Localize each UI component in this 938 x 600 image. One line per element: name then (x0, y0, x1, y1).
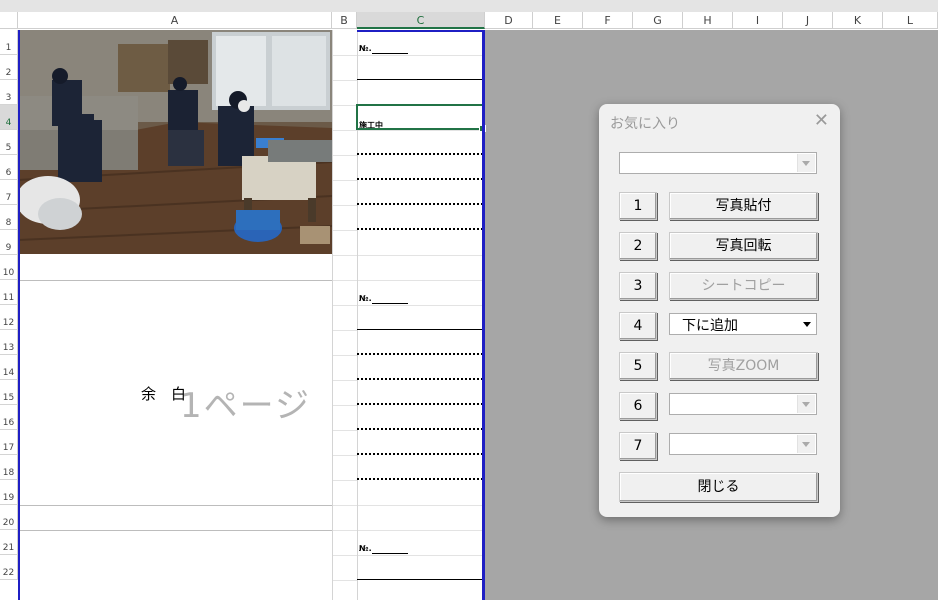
row-header-bar: 1 2 3 4 5 6 7 8 9 10 11 12 13 14 15 16 1… (0, 30, 18, 600)
row-header[interactable]: 20 (0, 505, 18, 530)
slot-6-combo[interactable] (669, 393, 817, 415)
site-photo[interactable] (18, 30, 332, 254)
column-header-h[interactable]: H (683, 12, 733, 29)
row-rule (357, 79, 485, 80)
column-header-d[interactable]: D (485, 12, 533, 29)
column-header-bar: A B C D E F G H I J K L (0, 0, 938, 30)
memo-line (357, 353, 483, 355)
sheet-select-combo[interactable] (619, 152, 817, 174)
row-header[interactable]: 22 (0, 555, 18, 580)
column-header-l[interactable]: L (883, 12, 938, 29)
paste-photo-button[interactable]: 写真貼付 (669, 192, 818, 220)
memo-line (357, 453, 483, 455)
chevron-down-icon[interactable] (797, 435, 815, 453)
row-header[interactable]: 12 (0, 305, 18, 330)
chevron-down-icon[interactable] (797, 154, 815, 172)
row-rule (357, 579, 485, 580)
rotate-photo-button[interactable]: 写真回転 (669, 232, 818, 260)
column-header-f[interactable]: F (583, 12, 633, 29)
number-button-6[interactable]: 6 (619, 392, 657, 420)
site-photo-image (18, 30, 332, 254)
memo-line (357, 403, 483, 405)
row-header[interactable]: 10 (0, 255, 18, 280)
column-header-e[interactable]: E (533, 12, 583, 29)
column-header-a[interactable]: A (18, 12, 332, 29)
slot-7-combo[interactable] (669, 433, 817, 455)
number-button-3[interactable]: 3 (619, 272, 657, 300)
page-watermark: 1ページ (180, 386, 311, 426)
close-icon[interactable]: ✕ (814, 110, 829, 131)
close-dialog-button[interactable]: 閉じる (619, 472, 818, 502)
column-header-k[interactable]: K (833, 12, 883, 29)
row-header[interactable]: 14 (0, 355, 18, 380)
photo-zoom-button[interactable]: 写真ZOOM (669, 352, 818, 380)
row-header[interactable]: 9 (0, 230, 18, 255)
photo-number-label: №. (359, 44, 372, 53)
number-button-5[interactable]: 5 (619, 352, 657, 380)
memo-line (357, 153, 483, 155)
row-header[interactable]: 1 (0, 30, 18, 55)
memo-line (357, 378, 483, 380)
column-header-g[interactable]: G (633, 12, 683, 29)
memo-line (357, 203, 483, 205)
row-header[interactable]: 7 (0, 180, 18, 205)
number-button-7[interactable]: 7 (619, 432, 657, 460)
memo-line (357, 178, 483, 180)
print-area-border (482, 30, 485, 600)
row-header[interactable]: 4 (0, 105, 18, 130)
row-header[interactable]: 15 (0, 380, 18, 405)
add-below-combo[interactable]: 下に追加 (669, 313, 817, 335)
ribbon-edge (0, 0, 938, 12)
row-header[interactable]: 2 (0, 55, 18, 80)
photo-number-label: №. (359, 294, 372, 303)
memo-line (357, 428, 483, 430)
photo-number-underline (372, 553, 408, 554)
photo-number-underline (372, 53, 408, 54)
row-header[interactable]: 11 (0, 280, 18, 305)
favorites-dialog: お気に入り ✕ 1 写真貼付 2 写真回転 3 シートコピー 4 下に追加 5 … (599, 104, 840, 517)
photo-number-underline (372, 303, 408, 304)
row-header[interactable]: 17 (0, 430, 18, 455)
dialog-title: お気に入り (610, 116, 680, 132)
select-all-corner[interactable] (0, 12, 18, 29)
active-cell-c4[interactable] (356, 104, 486, 132)
column-header-b[interactable]: B (332, 12, 357, 29)
add-below-value: 下に追加 (682, 318, 738, 334)
chevron-down-icon[interactable] (797, 395, 815, 413)
print-area-border (357, 30, 485, 32)
column-header-i[interactable]: I (733, 12, 783, 29)
number-button-2[interactable]: 2 (619, 232, 657, 260)
row-rule (357, 329, 485, 330)
row-header[interactable]: 18 (0, 455, 18, 480)
memo-line (357, 228, 483, 230)
column-header-j[interactable]: J (783, 12, 833, 29)
row-header[interactable]: 16 (0, 405, 18, 430)
row-header[interactable]: 6 (0, 155, 18, 180)
row-header[interactable]: 21 (0, 530, 18, 555)
copy-sheet-button[interactable]: シートコピー (669, 272, 818, 300)
row-header[interactable]: 19 (0, 480, 18, 505)
print-area-border (18, 30, 20, 600)
row-header[interactable]: 13 (0, 330, 18, 355)
row-header[interactable]: 5 (0, 130, 18, 155)
margin-text: 余 白 (141, 385, 187, 403)
row-header[interactable]: 3 (0, 80, 18, 105)
row-header[interactable]: 8 (0, 205, 18, 230)
number-button-4[interactable]: 4 (619, 312, 657, 340)
column-header-c[interactable]: C (357, 12, 485, 29)
memo-line (357, 478, 483, 480)
chevron-down-icon[interactable] (798, 315, 815, 333)
number-button-1[interactable]: 1 (619, 192, 657, 220)
photo-number-label: №. (359, 544, 372, 553)
